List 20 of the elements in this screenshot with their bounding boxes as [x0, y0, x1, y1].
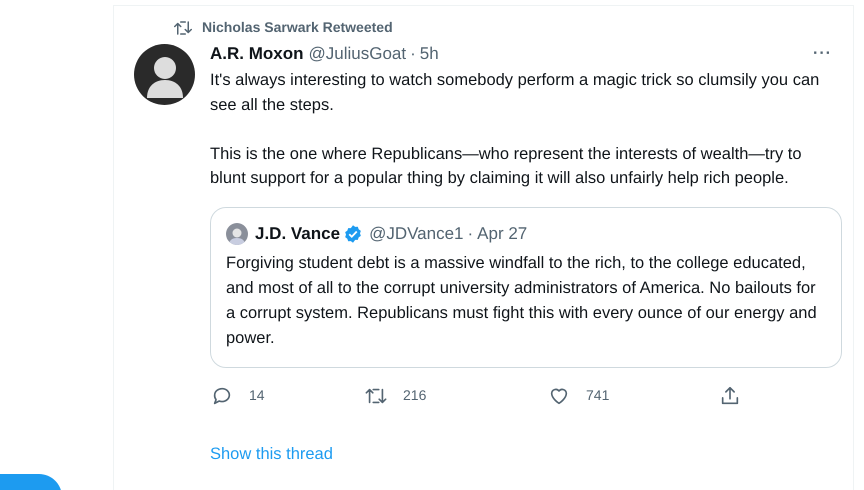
quoted-tweet-card[interactable] [210, 206, 842, 368]
person-silhouette-icon [229, 226, 245, 244]
quoted-author-handle: @JDVance1 [369, 222, 464, 245]
retweet-icon [174, 20, 192, 36]
tweet-text: It's always interesting to watch somebody perform a magic trick so clumsily you can see all the steps. [210, 70, 820, 116]
retweet-count: 216 [403, 386, 426, 405]
author-name[interactable]: A.R. Moxon [210, 44, 304, 64]
separator: · [410, 44, 416, 64]
timestamp[interactable]: 5h [420, 44, 439, 64]
quoted-tweet-text: Forgiving student debt is a massive windfall to the rich, to the college educated, and most of all to the corrupt university administrators of America. No bailouts for a corrupt system. Republicans must fight this with every ounce of our energy and power. [226, 252, 818, 348]
retweeted-by-label: Nicholas Sarwark Retweeted [202, 18, 393, 37]
share-icon[interactable] [719, 384, 741, 406]
like-count: 741 [586, 386, 610, 405]
reply-count: 14 [249, 386, 265, 405]
quoted-date: Apr 27 [477, 222, 528, 245]
tweet-text: This is the one where Republicans—who represent the interests of wealth—try to blunt support for a popular thing by claiming it will also unfairly help rich people. [210, 144, 803, 189]
quoted-author-name: J.D. Vance [255, 222, 340, 245]
separator: · [468, 222, 474, 245]
more-button[interactable]: ··· [813, 44, 832, 64]
author-handle[interactable]: @JuliusGoat [308, 44, 406, 64]
